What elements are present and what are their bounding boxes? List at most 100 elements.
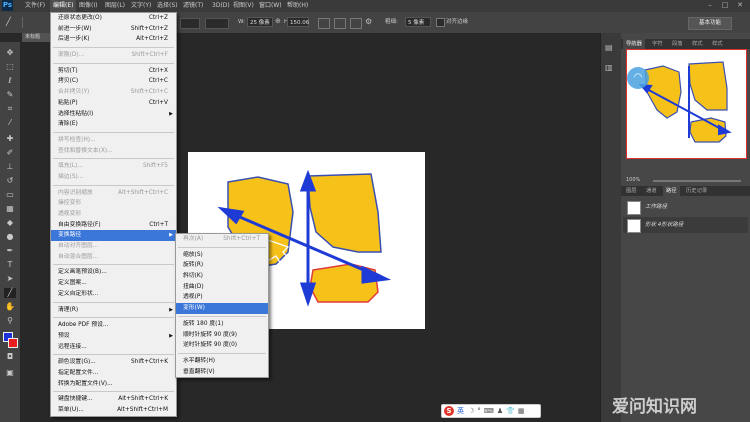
marquee-tool-icon[interactable]: ⬚	[4, 62, 16, 72]
history-panel-icon[interactable]: ▤	[605, 43, 613, 52]
zoom-percent[interactable]: 100%	[626, 177, 640, 183]
menu-item[interactable]: 透视(P)	[176, 292, 268, 303]
menu-item[interactable]: 斜切(K)	[176, 271, 268, 282]
zoom-tool-icon[interactable]: ⚲	[4, 316, 16, 326]
stroke-type-select[interactable]	[205, 18, 229, 29]
line-tool-icon[interactable]: ╱	[6, 17, 16, 27]
menu-2[interactable]: 图像(I)	[76, 0, 100, 12]
path-item[interactable]: 工作路径	[623, 199, 748, 215]
panel-tab[interactable]: 样式	[689, 39, 706, 49]
menu-item[interactable]: 前进一步(W) Shift+Ctrl+Z	[51, 24, 176, 35]
menu-5[interactable]: 选择(S)	[154, 0, 181, 12]
menu-item[interactable]: 选择性粘贴(I) ▶	[51, 109, 176, 120]
stroke-style-swatch[interactable]	[180, 18, 200, 29]
menu-item[interactable]: 指定配置文件...	[51, 368, 176, 379]
menu-item[interactable]: 旋转 180 度(1)	[176, 319, 268, 330]
gear-icon[interactable]: ⚙	[365, 17, 372, 26]
screen-mode-icon[interactable]: ▣	[4, 368, 16, 378]
link-icon[interactable]: ⊕	[275, 17, 281, 25]
menu-item[interactable]: 键盘快捷键... Alt+Shift+Ctrl+K	[51, 394, 176, 405]
clone-stamp-icon[interactable]: ⊥	[4, 162, 16, 172]
menu-item[interactable]: 水平翻转(H)	[176, 356, 268, 367]
menu-3[interactable]: 图层(L)	[102, 0, 128, 12]
menu-item[interactable]: 后退一步(K) Alt+Ctrl+Z	[51, 34, 176, 45]
hand-tool-icon[interactable]: ✋	[4, 302, 16, 312]
align-edges-checkbox[interactable]	[436, 18, 445, 27]
menu-item[interactable]: Adobe PDF 预设...	[51, 320, 176, 331]
menu-item[interactable]: 还原状态更改(O) Ctrl+Z	[51, 13, 176, 24]
menu-item[interactable]: 清理(R) ▶	[51, 305, 176, 316]
menu-item[interactable]: 清除(E)	[51, 119, 176, 130]
panel-tab[interactable]: 路径	[663, 186, 680, 196]
navigator-thumbnail[interactable]	[626, 49, 747, 159]
menu-item[interactable]: 拷贝(C) Ctrl+C	[51, 76, 176, 87]
menu-6[interactable]: 滤镜(T)	[180, 0, 206, 12]
panel-tab[interactable]: 历史记录	[683, 186, 710, 196]
healing-brush-icon[interactable]: ✚	[4, 134, 16, 144]
path-ops-icon[interactable]	[318, 18, 330, 29]
ime-language[interactable]: 英	[457, 405, 464, 417]
panel-tab[interactable]: 图层	[623, 186, 640, 196]
menu-1[interactable]: 编辑(E)	[50, 0, 77, 12]
ime-tools-icons[interactable]: ☽°⌨♟👕▦	[468, 405, 527, 417]
maximize-icon[interactable]: □	[720, 1, 730, 10]
menu-item[interactable]: 旋转(R)	[176, 260, 268, 271]
menu-8[interactable]: 视图(V)	[230, 0, 257, 12]
history-brush-icon[interactable]: ↺	[4, 176, 16, 186]
menu-item[interactable]: 颜色设置(G)... Shift+Ctrl+K	[51, 357, 176, 368]
blur-tool-icon[interactable]: ◆	[4, 218, 16, 228]
menu-item[interactable]: 变形(W)	[176, 303, 268, 314]
menu-item[interactable]: 远程连接...	[51, 342, 176, 353]
menu-item[interactable]: 扭曲(D)	[176, 282, 268, 293]
move-tool-icon[interactable]: ✥	[4, 48, 16, 58]
menu-item[interactable]: 菜单(U)... Alt+Shift+Ctrl+M	[51, 405, 176, 416]
menu-4[interactable]: 文字(Y)	[128, 0, 154, 12]
eraser-tool-icon[interactable]: ▭	[4, 190, 16, 200]
height-field[interactable]: 150.06	[287, 17, 309, 27]
line-tool-icon[interactable]: ╱	[4, 288, 16, 298]
menu-item[interactable]: 转换为配置文件(V)...	[51, 379, 176, 390]
panel-tab[interactable]: 字符	[649, 39, 666, 49]
path-arrange-icon[interactable]	[350, 18, 362, 29]
menu-item[interactable]: 预设 ▶	[51, 331, 176, 342]
menu-item[interactable]: 定义图案...	[51, 278, 176, 289]
menu-9[interactable]: 窗口(W)	[256, 0, 285, 12]
dodge-tool-icon[interactable]: ●	[4, 232, 16, 242]
close-icon[interactable]: ✕	[735, 1, 745, 10]
workspace-select[interactable]: 基本功能	[688, 17, 732, 30]
menu-item[interactable]: 逆时针旋转 90 度(0)	[176, 340, 268, 351]
weight-field[interactable]: 5 像素	[405, 17, 431, 27]
panel-tab[interactable]: 通道	[643, 186, 660, 196]
pen-tool-icon[interactable]: ✒	[4, 246, 16, 256]
menu-item[interactable]: 缩放(S)	[176, 250, 268, 261]
panel-tab[interactable]: 导航器	[623, 39, 645, 49]
eyedropper-tool-icon[interactable]: ⁄	[4, 118, 16, 128]
menu-item[interactable]: 粘贴(P) Ctrl+V	[51, 98, 176, 109]
menu-item[interactable]: 剪切(T) Ctrl+X	[51, 66, 176, 77]
menu-0[interactable]: 文件(F)	[22, 0, 48, 12]
menu-10[interactable]: 帮助(H)	[284, 0, 311, 12]
quick-select-tool-icon[interactable]: ✎	[4, 90, 16, 100]
menu-item[interactable]: 顺时针旋转 90 度(9)	[176, 330, 268, 341]
zoom-slider[interactable]	[653, 180, 741, 182]
path-align-icon[interactable]	[334, 18, 346, 29]
properties-panel-icon[interactable]: ▥	[605, 63, 613, 72]
sogou-logo-icon[interactable]: S	[444, 406, 454, 416]
type-tool-icon[interactable]: T	[4, 260, 16, 270]
path-select-icon[interactable]: ➤	[4, 274, 16, 284]
menu-item[interactable]: 自由变换路径(F) Ctrl+T	[51, 220, 176, 231]
lasso-tool-icon[interactable]: ℓ	[4, 76, 16, 86]
background-color-swatch[interactable]	[8, 338, 18, 348]
panel-tab[interactable]: 样式	[709, 39, 726, 49]
path-item[interactable]: 形状 4形状路径	[623, 217, 748, 233]
brush-tool-icon[interactable]: ✐	[4, 148, 16, 158]
gradient-tool-icon[interactable]: ▦	[4, 204, 16, 214]
crop-tool-icon[interactable]: ⌗	[4, 104, 16, 114]
menu-item[interactable]: 变换路径 ▶	[51, 230, 176, 242]
menu-item[interactable]: 定义自定形状...	[51, 289, 176, 300]
panel-tab[interactable]: 段落	[669, 39, 686, 49]
minimize-icon[interactable]: –	[705, 1, 715, 10]
quick-mask-icon[interactable]: ◘	[4, 352, 16, 362]
menu-item[interactable]: 垂直翻转(V)	[176, 367, 268, 378]
menu-item[interactable]: 定义画笔预设(B)...	[51, 267, 176, 278]
